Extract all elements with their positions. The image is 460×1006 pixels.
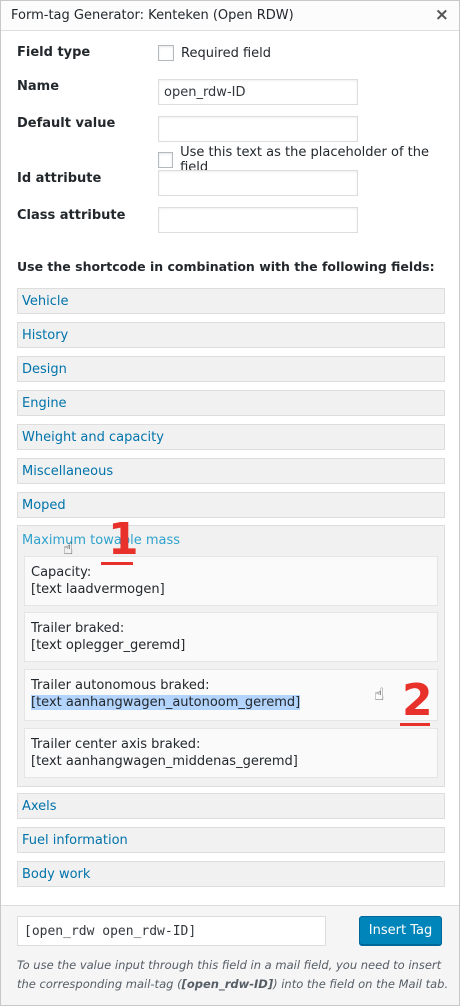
accordion-label: Miscellaneous: [22, 463, 114, 479]
form-tag-generator-dialog: Form-tag Generator: Kenteken (Open RDW) …: [0, 0, 460, 1006]
shortcode-field-code[interactable]: [text laadvermogen]: [31, 581, 431, 599]
dialog-footer: Insert Tag To use the value input throug…: [1, 905, 459, 1005]
accordion-moped[interactable]: Moped: [17, 492, 445, 518]
required-field-option[interactable]: Required field: [158, 45, 271, 61]
accordion-design[interactable]: Design: [17, 356, 445, 382]
required-field-label: Required field: [181, 45, 272, 61]
shortcode-field-label: Trailer autonomous braked:: [31, 678, 210, 693]
annotation-marker-1: 1: [108, 514, 139, 565]
accordion-label: Wheight and capacity: [22, 429, 164, 445]
dialog-titlebar: Form-tag Generator: Kenteken (Open RDW) …: [1, 1, 459, 31]
annotation-marker-2: 2: [402, 675, 433, 726]
class-attribute-label: Class attribute: [17, 208, 126, 223]
shortcode-field-label: Trailer braked:: [31, 621, 125, 636]
accordion-history[interactable]: History: [17, 322, 445, 348]
shortcode-field-card: Capacity: [text laadvermogen]: [24, 556, 438, 606]
accordion-label: Fuel information: [22, 832, 128, 848]
accordion-label: Vehicle: [22, 293, 69, 309]
accordion-vehicle[interactable]: Vehicle: [17, 288, 445, 314]
name-label: Name: [17, 79, 60, 94]
shortcode-field-code[interactable]: [text aanhangwagen_autonoom_geremd]: [31, 694, 431, 712]
accordion-header[interactable]: Maximum towable mass: [18, 526, 444, 554]
mail-tag-hint: To use the value input through this fiel…: [17, 956, 451, 994]
field-type-label: Field type: [17, 45, 91, 60]
accordion-engine[interactable]: Engine: [17, 390, 445, 416]
shortcode-field-label: Trailer center axis braked:: [31, 737, 201, 752]
hand-cursor-icon: ☝: [374, 685, 385, 705]
accordion-label: Engine: [22, 395, 67, 411]
dialog-title: Form-tag Generator: Kenteken (Open RDW): [11, 8, 294, 23]
generated-tag-output[interactable]: [17, 916, 326, 946]
accordion-weight-capacity[interactable]: Wheight and capacity: [17, 424, 445, 450]
accordion-label: Moped: [22, 497, 66, 513]
hint-mail-tag: [open_rdw-ID]: [181, 977, 274, 991]
shortcode-field-label: Capacity:: [31, 565, 92, 580]
default-value-label: Default value: [17, 116, 116, 131]
default-value-input[interactable]: [158, 116, 358, 142]
shortcode-field-code[interactable]: [text oplegger_geremd]: [31, 637, 431, 655]
accordion-label: Maximum towable mass: [22, 532, 181, 548]
accordion-label: History: [22, 327, 69, 343]
id-attribute-input[interactable]: [158, 170, 358, 196]
accordion-fuel-information[interactable]: Fuel information: [17, 827, 445, 853]
hand-cursor-icon: ☝: [63, 539, 74, 559]
accordion-body-work[interactable]: Body work: [17, 861, 445, 887]
placeholder-checkbox[interactable]: [158, 152, 174, 168]
accordion-maximum-towable-mass: Maximum towable mass Capacity: [text laa…: [17, 525, 445, 787]
insert-tag-button[interactable]: Insert Tag: [359, 916, 442, 945]
accordion-label: Design: [22, 361, 67, 377]
name-input[interactable]: [158, 79, 358, 105]
accordion-miscellaneous[interactable]: Miscellaneous: [17, 458, 445, 484]
shortcode-field-card: Trailer center axis braked: [text aanhan…: [24, 728, 438, 778]
accordion-axels[interactable]: Axels: [17, 793, 445, 819]
class-attribute-input[interactable]: [158, 207, 358, 233]
shortcode-field-code[interactable]: [text aanhangwagen_middenas_geremd]: [31, 753, 431, 771]
close-icon[interactable]: ×: [435, 7, 449, 24]
shortcode-heading: Use the shortcode in combination with th…: [17, 259, 435, 274]
required-field-checkbox[interactable]: [158, 45, 174, 61]
annotation-underline-2: [400, 723, 430, 726]
annotation-underline-1: [101, 562, 133, 565]
accordion-label: Body work: [22, 866, 91, 882]
shortcode-field-card: Trailer braked: [text oplegger_geremd]: [24, 612, 438, 662]
hint-text-end: ) into the field on the Mail tab.: [273, 977, 449, 991]
selected-text: [text aanhangwagen_autonoom_geremd]: [31, 695, 301, 710]
accordion-label: Axels: [22, 798, 57, 814]
id-attribute-label: Id attribute: [17, 171, 102, 186]
